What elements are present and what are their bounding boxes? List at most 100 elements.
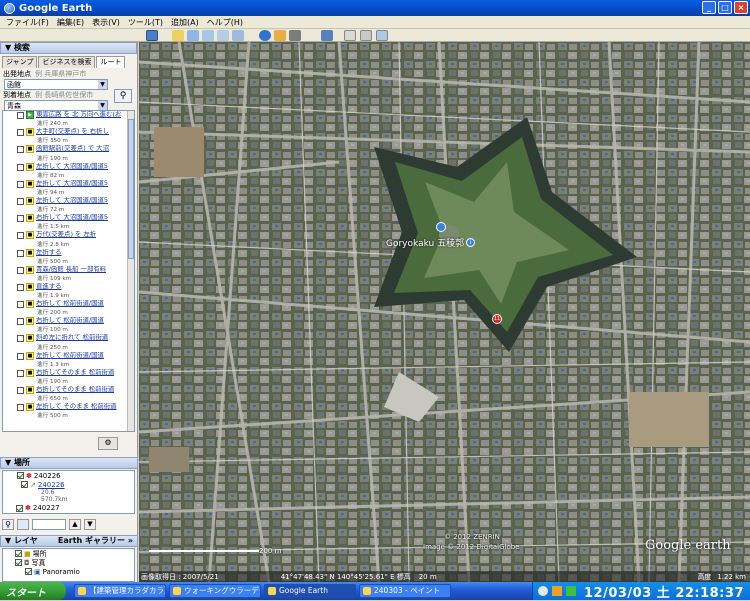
- map-view[interactable]: 11 Goryokaku 五稜郭 i © 2012 ZENRIN Image ©…: [139, 42, 750, 582]
- route-marker[interactable]: 11: [492, 314, 502, 324]
- route-step-checkbox[interactable]: [17, 112, 24, 119]
- route-step[interactable]: ■ 右折してそのまま 松前街道: [3, 386, 134, 396]
- layer-checkbox[interactable]: [25, 568, 32, 575]
- route-options-button[interactable]: ⚙: [98, 437, 118, 450]
- place-checkbox[interactable]: [17, 472, 24, 479]
- route-step-checkbox[interactable]: [17, 283, 24, 291]
- route-step[interactable]: ■ 左折して 松前街道/国道: [3, 351, 134, 362]
- chevron-down-icon[interactable]: ▼: [98, 101, 107, 110]
- from-field[interactable]: 函館 ▼: [4, 79, 108, 90]
- email-icon[interactable]: [344, 30, 356, 41]
- info-marker[interactable]: [436, 222, 446, 232]
- route-step-checkbox[interactable]: [17, 146, 24, 154]
- menu-view[interactable]: 表示(V): [88, 17, 124, 28]
- chevron-down-icon[interactable]: ▼: [98, 80, 107, 89]
- route-step-checkbox[interactable]: [17, 249, 24, 257]
- info-icon[interactable]: i: [466, 238, 475, 247]
- route-step-checkbox[interactable]: [17, 404, 24, 412]
- route-step[interactable]: ■ 斜め左に折れて 松前街道: [3, 334, 134, 344]
- route-step-checkbox[interactable]: [17, 301, 24, 309]
- route-step[interactable]: ■ 直進する: [3, 282, 134, 293]
- tab-jump[interactable]: ジャンプ: [2, 56, 38, 68]
- layer-item[interactable]: ■ 場所: [3, 549, 134, 558]
- menu-help[interactable]: ヘルプ(H): [203, 17, 247, 28]
- route-step-checkbox[interactable]: [17, 232, 24, 240]
- route-scrollbar[interactable]: [127, 111, 134, 431]
- route-step-checkbox[interactable]: [17, 387, 24, 394]
- move-down-icon[interactable]: ▼: [84, 518, 96, 530]
- navigation-controls[interactable]: [684, 47, 744, 107]
- route-step[interactable]: ▶ 東雲広路 を 北 方向へ進む(お: [3, 111, 134, 121]
- tab-business[interactable]: ビジネスを検索: [38, 56, 96, 68]
- print-icon[interactable]: [360, 30, 372, 41]
- menu-add[interactable]: 追加(A): [167, 17, 203, 28]
- route-step-checkbox[interactable]: [17, 369, 24, 377]
- menu-file[interactable]: ファイル(F): [2, 17, 53, 28]
- help-icon[interactable]: [538, 586, 548, 596]
- route-step-checkbox[interactable]: [17, 129, 24, 137]
- route-step[interactable]: ■ 左折する: [3, 248, 134, 259]
- start-button[interactable]: スタート: [0, 582, 66, 600]
- volume-icon[interactable]: [552, 586, 562, 596]
- sidebar-toggle-icon[interactable]: [146, 30, 158, 41]
- place-item[interactable]: ↗ 240226: [3, 480, 134, 489]
- ruler-icon[interactable]: [321, 30, 333, 41]
- polygon-icon[interactable]: [187, 30, 199, 41]
- route-step-checkbox[interactable]: [17, 163, 24, 171]
- image-overlay-icon[interactable]: [217, 30, 229, 41]
- placemark-icon[interactable]: [172, 30, 184, 41]
- view-in-maps-icon[interactable]: [376, 30, 388, 41]
- place-checkbox[interactable]: [21, 481, 28, 488]
- route-step-checkbox[interactable]: [17, 266, 24, 274]
- historical-imagery-icon[interactable]: [259, 30, 271, 41]
- place-checkbox[interactable]: [16, 504, 23, 512]
- places-panel-header[interactable]: ▼ 場所: [0, 457, 138, 469]
- route-step[interactable]: ■ 青森/函館 長船 一部有料: [3, 265, 134, 276]
- layer-item[interactable]: ◘ 写真: [3, 558, 134, 567]
- route-step[interactable]: ■ 左折して 大沼国道/国道5: [3, 162, 134, 173]
- planets-icon[interactable]: [289, 30, 301, 41]
- layer-item[interactable]: ▣ Panoramio: [3, 567, 134, 576]
- sunlight-icon[interactable]: [274, 30, 286, 41]
- route-step[interactable]: ■ 右折して 松前街道/国道: [3, 317, 134, 327]
- panel-icon[interactable]: [17, 518, 29, 530]
- move-up-icon[interactable]: ▲: [69, 518, 81, 530]
- route-step[interactable]: ■ 大手町(交差点) を 右折し: [3, 128, 134, 138]
- route-step[interactable]: ■ 左折して 大沼国道/国道5: [3, 179, 134, 190]
- search-panel-header[interactable]: ▼ 検索: [0, 42, 137, 54]
- layer-checkbox[interactable]: [15, 550, 22, 557]
- route-step[interactable]: ■ 右折して 大沼国道/国道5: [3, 214, 134, 224]
- layers-panel-header[interactable]: ▼ レイヤ Earth ギャラリー »: [0, 535, 138, 547]
- route-step[interactable]: ■ 右折してそのまま 松前街道: [3, 368, 134, 379]
- menu-tools[interactable]: ツール(T): [124, 17, 167, 28]
- place-item[interactable]: ✽ 240227: [14, 504, 60, 512]
- path-icon[interactable]: [202, 30, 214, 41]
- maximize-button[interactable]: □: [718, 1, 732, 14]
- route-step[interactable]: ■ 万代(交差点) を 左折: [3, 231, 134, 241]
- task-item-paint[interactable]: 240303 - ペイント: [359, 584, 451, 598]
- close-button[interactable]: ×: [734, 1, 748, 14]
- route-step-checkbox[interactable]: [17, 215, 24, 223]
- layer-checkbox[interactable]: [15, 559, 22, 566]
- route-step[interactable]: ■ 左折して 大沼国道/国道5: [3, 196, 134, 207]
- route-step-checkbox[interactable]: [17, 352, 24, 360]
- route-step-checkbox[interactable]: [17, 197, 24, 205]
- task-item[interactable]: ウォーキングウラーデー: [169, 584, 261, 598]
- scroll-thumb[interactable]: [128, 119, 134, 259]
- tab-route[interactable]: ルート: [96, 56, 126, 68]
- search-icon[interactable]: ⚲: [2, 518, 14, 530]
- record-tour-icon[interactable]: [232, 30, 244, 41]
- route-step[interactable]: ■ 函館駅前(交差点) で 大沼: [3, 145, 134, 155]
- earth-gallery-button[interactable]: Earth ギャラリー »: [58, 536, 133, 546]
- route-step[interactable]: ■ 左折して そのまま 松前街道: [3, 403, 134, 413]
- route-step[interactable]: ■ 右折して 松前街道/国道: [3, 300, 134, 310]
- task-item[interactable]: 【建築管理カラダカラ】: [74, 584, 166, 598]
- place-item[interactable]: ✽ 240226: [3, 471, 134, 480]
- search-button[interactable]: ⚲: [114, 89, 132, 103]
- route-step-checkbox[interactable]: [17, 335, 24, 343]
- network-icon[interactable]: [566, 586, 576, 596]
- task-item-google-earth[interactable]: Google Earth: [264, 584, 356, 598]
- route-step-checkbox[interactable]: [17, 180, 24, 188]
- minimize-button[interactable]: _: [702, 1, 716, 14]
- menu-edit[interactable]: 編集(E): [53, 17, 88, 28]
